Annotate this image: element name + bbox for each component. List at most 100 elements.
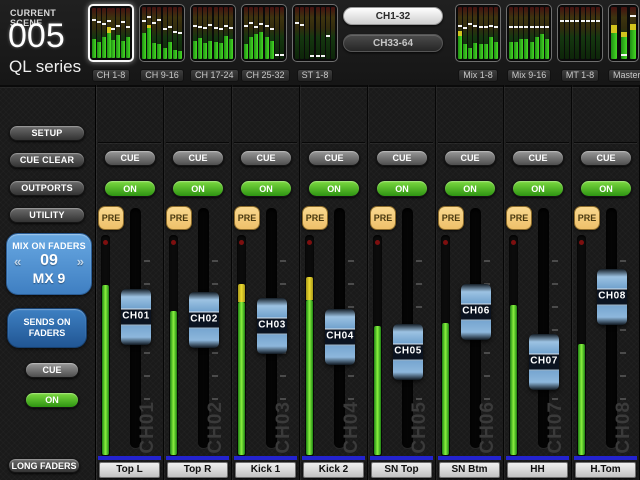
channel-cue-button[interactable]: CUE	[580, 150, 632, 166]
meter-block-label: MT 1-8	[557, 65, 603, 83]
meter-block-ch-9-16[interactable]: CH 9-16	[139, 4, 185, 83]
fader-tick	[144, 352, 150, 354]
channel-meter-green	[510, 305, 517, 455]
channel-name[interactable]: SN Btm	[439, 462, 500, 478]
layer-button-ch33-64[interactable]: CH33-64	[343, 34, 443, 52]
sidebar-on-button[interactable]: ON	[25, 392, 79, 408]
fader-cap[interactable]: CH01	[121, 289, 151, 345]
meter-block-label: Mix 9-16	[506, 65, 552, 83]
meter-bar	[473, 7, 477, 59]
mix-number: 09	[40, 252, 58, 270]
prev-mix-arrow-icon[interactable]: «	[14, 254, 21, 269]
meter-block-master[interactable]: Master	[608, 4, 639, 83]
meter-bar	[630, 7, 636, 59]
channel-name[interactable]: Top R	[167, 462, 228, 478]
pre-badge[interactable]: PRE	[506, 206, 532, 230]
mix-on-faders-panel[interactable]: MIX ON FADERS « 09 » MX 9	[6, 233, 92, 295]
meter-block-label: ST 1-8	[292, 65, 338, 83]
channel-name[interactable]: Kick 1	[235, 462, 296, 478]
meter-bar	[152, 7, 156, 59]
fader-cap[interactable]: CH07	[529, 334, 559, 390]
pre-badge[interactable]: PRE	[302, 206, 328, 230]
meter-block-st-1-8[interactable]: ST 1-8	[292, 4, 338, 83]
outports-button[interactable]: OUTPORTS	[9, 180, 85, 196]
fader-tick	[552, 398, 558, 400]
meter-block-ch-17-24[interactable]: CH 17-24	[190, 4, 236, 83]
channel-name[interactable]: Kick 2	[303, 462, 364, 478]
long-faders-button[interactable]: LONG FADERS	[8, 458, 80, 473]
channel-name[interactable]: H.Tom	[575, 462, 636, 478]
fader-cap[interactable]: CH04	[325, 309, 355, 365]
channel-cue-button[interactable]: CUE	[444, 150, 496, 166]
channel-color-bar	[574, 456, 637, 460]
meter-bar	[254, 7, 258, 59]
fader-cap[interactable]: CH02	[189, 292, 219, 348]
meter-block-mt-1-8[interactable]: MT 1-8	[557, 4, 603, 83]
meter-bar	[208, 7, 212, 59]
fader-cap[interactable]: CH05	[393, 324, 423, 380]
channel-cue-button[interactable]: CUE	[104, 150, 156, 166]
fader-tick	[212, 283, 218, 285]
pre-badge[interactable]: PRE	[166, 206, 192, 230]
meter-block-ch-25-32[interactable]: CH 25-32	[241, 4, 287, 83]
meter-block-ch-1-8[interactable]: CH 1-8	[88, 4, 134, 83]
meter-bar	[494, 7, 498, 59]
fader-cap[interactable]: CH06	[461, 284, 491, 340]
channel-cue-button[interactable]: CUE	[376, 150, 428, 166]
channel-cue-button[interactable]: CUE	[240, 150, 292, 166]
meter-block-mix-1-8[interactable]: Mix 1-8	[455, 4, 501, 83]
channel-name[interactable]: SN Top	[371, 462, 432, 478]
utility-button[interactable]: UTILITY	[9, 207, 85, 223]
meter-peak-dot	[443, 240, 448, 245]
pre-badge[interactable]: PRE	[574, 206, 600, 230]
strip-divider	[438, 142, 501, 143]
channel-strip-ch01: CUE ON PRE CH01 CH01 Top L	[96, 85, 164, 480]
fader-tick	[280, 260, 286, 262]
channel-on-button[interactable]: ON	[376, 180, 428, 197]
channel-strip-ch04: CUE ON PRE CH04 CH04 Kick 2	[300, 85, 368, 480]
channel-name[interactable]: Top L	[99, 462, 160, 478]
pre-badge[interactable]: PRE	[98, 206, 124, 230]
channel-on-button[interactable]: ON	[172, 180, 224, 197]
channel-on-button[interactable]: ON	[308, 180, 360, 197]
fader-cap[interactable]: CH08	[597, 269, 627, 325]
fader-tick	[212, 398, 218, 400]
fader-tick	[552, 329, 558, 331]
channel-ghost-number: CH06	[477, 401, 499, 454]
cue-clear-button[interactable]: CUE CLEAR	[9, 152, 85, 168]
channel-ghost-number: CH01	[137, 401, 159, 454]
sidebar-cue-button[interactable]: CUE	[25, 362, 79, 378]
channel-on-button[interactable]: ON	[512, 180, 564, 197]
meter-block-meters	[190, 4, 236, 62]
pre-badge[interactable]: PRE	[234, 206, 260, 230]
channel-cue-button[interactable]: CUE	[512, 150, 564, 166]
channel-meter-green	[306, 300, 313, 455]
setup-button[interactable]: SETUP	[9, 125, 85, 141]
meter-peak-dot	[511, 240, 516, 245]
channel-on-button[interactable]: ON	[104, 180, 156, 197]
meter-bar	[586, 7, 590, 59]
fader-tick	[144, 375, 150, 377]
channel-cue-button[interactable]: CUE	[172, 150, 224, 166]
channel-on-button[interactable]: ON	[240, 180, 292, 197]
next-mix-arrow-icon[interactable]: »	[77, 254, 84, 269]
layer-button-ch1-32[interactable]: CH1-32	[343, 7, 443, 25]
meter-bar	[92, 8, 96, 58]
strip-divider	[166, 142, 229, 143]
pre-badge[interactable]: PRE	[438, 206, 464, 230]
meter-bar	[116, 8, 120, 58]
meter-bar	[229, 7, 233, 59]
meter-block-mix-9-16[interactable]: Mix 9-16	[506, 4, 552, 83]
fader-tick	[552, 283, 558, 285]
channel-name[interactable]: HH	[507, 462, 568, 478]
channel-cue-button[interactable]: CUE	[308, 150, 360, 166]
pre-badge[interactable]: PRE	[370, 206, 396, 230]
channel-meter-green	[442, 323, 449, 455]
fader-cap[interactable]: CH03	[257, 298, 287, 354]
meter-block-meters	[506, 4, 552, 62]
fader-cap-label: CH04	[325, 329, 355, 346]
channel-on-button[interactable]: ON	[444, 180, 496, 197]
fader-tick	[620, 260, 626, 262]
sends-on-faders-button[interactable]: SENDS ON FADERS	[7, 308, 87, 348]
channel-on-button[interactable]: ON	[580, 180, 632, 197]
